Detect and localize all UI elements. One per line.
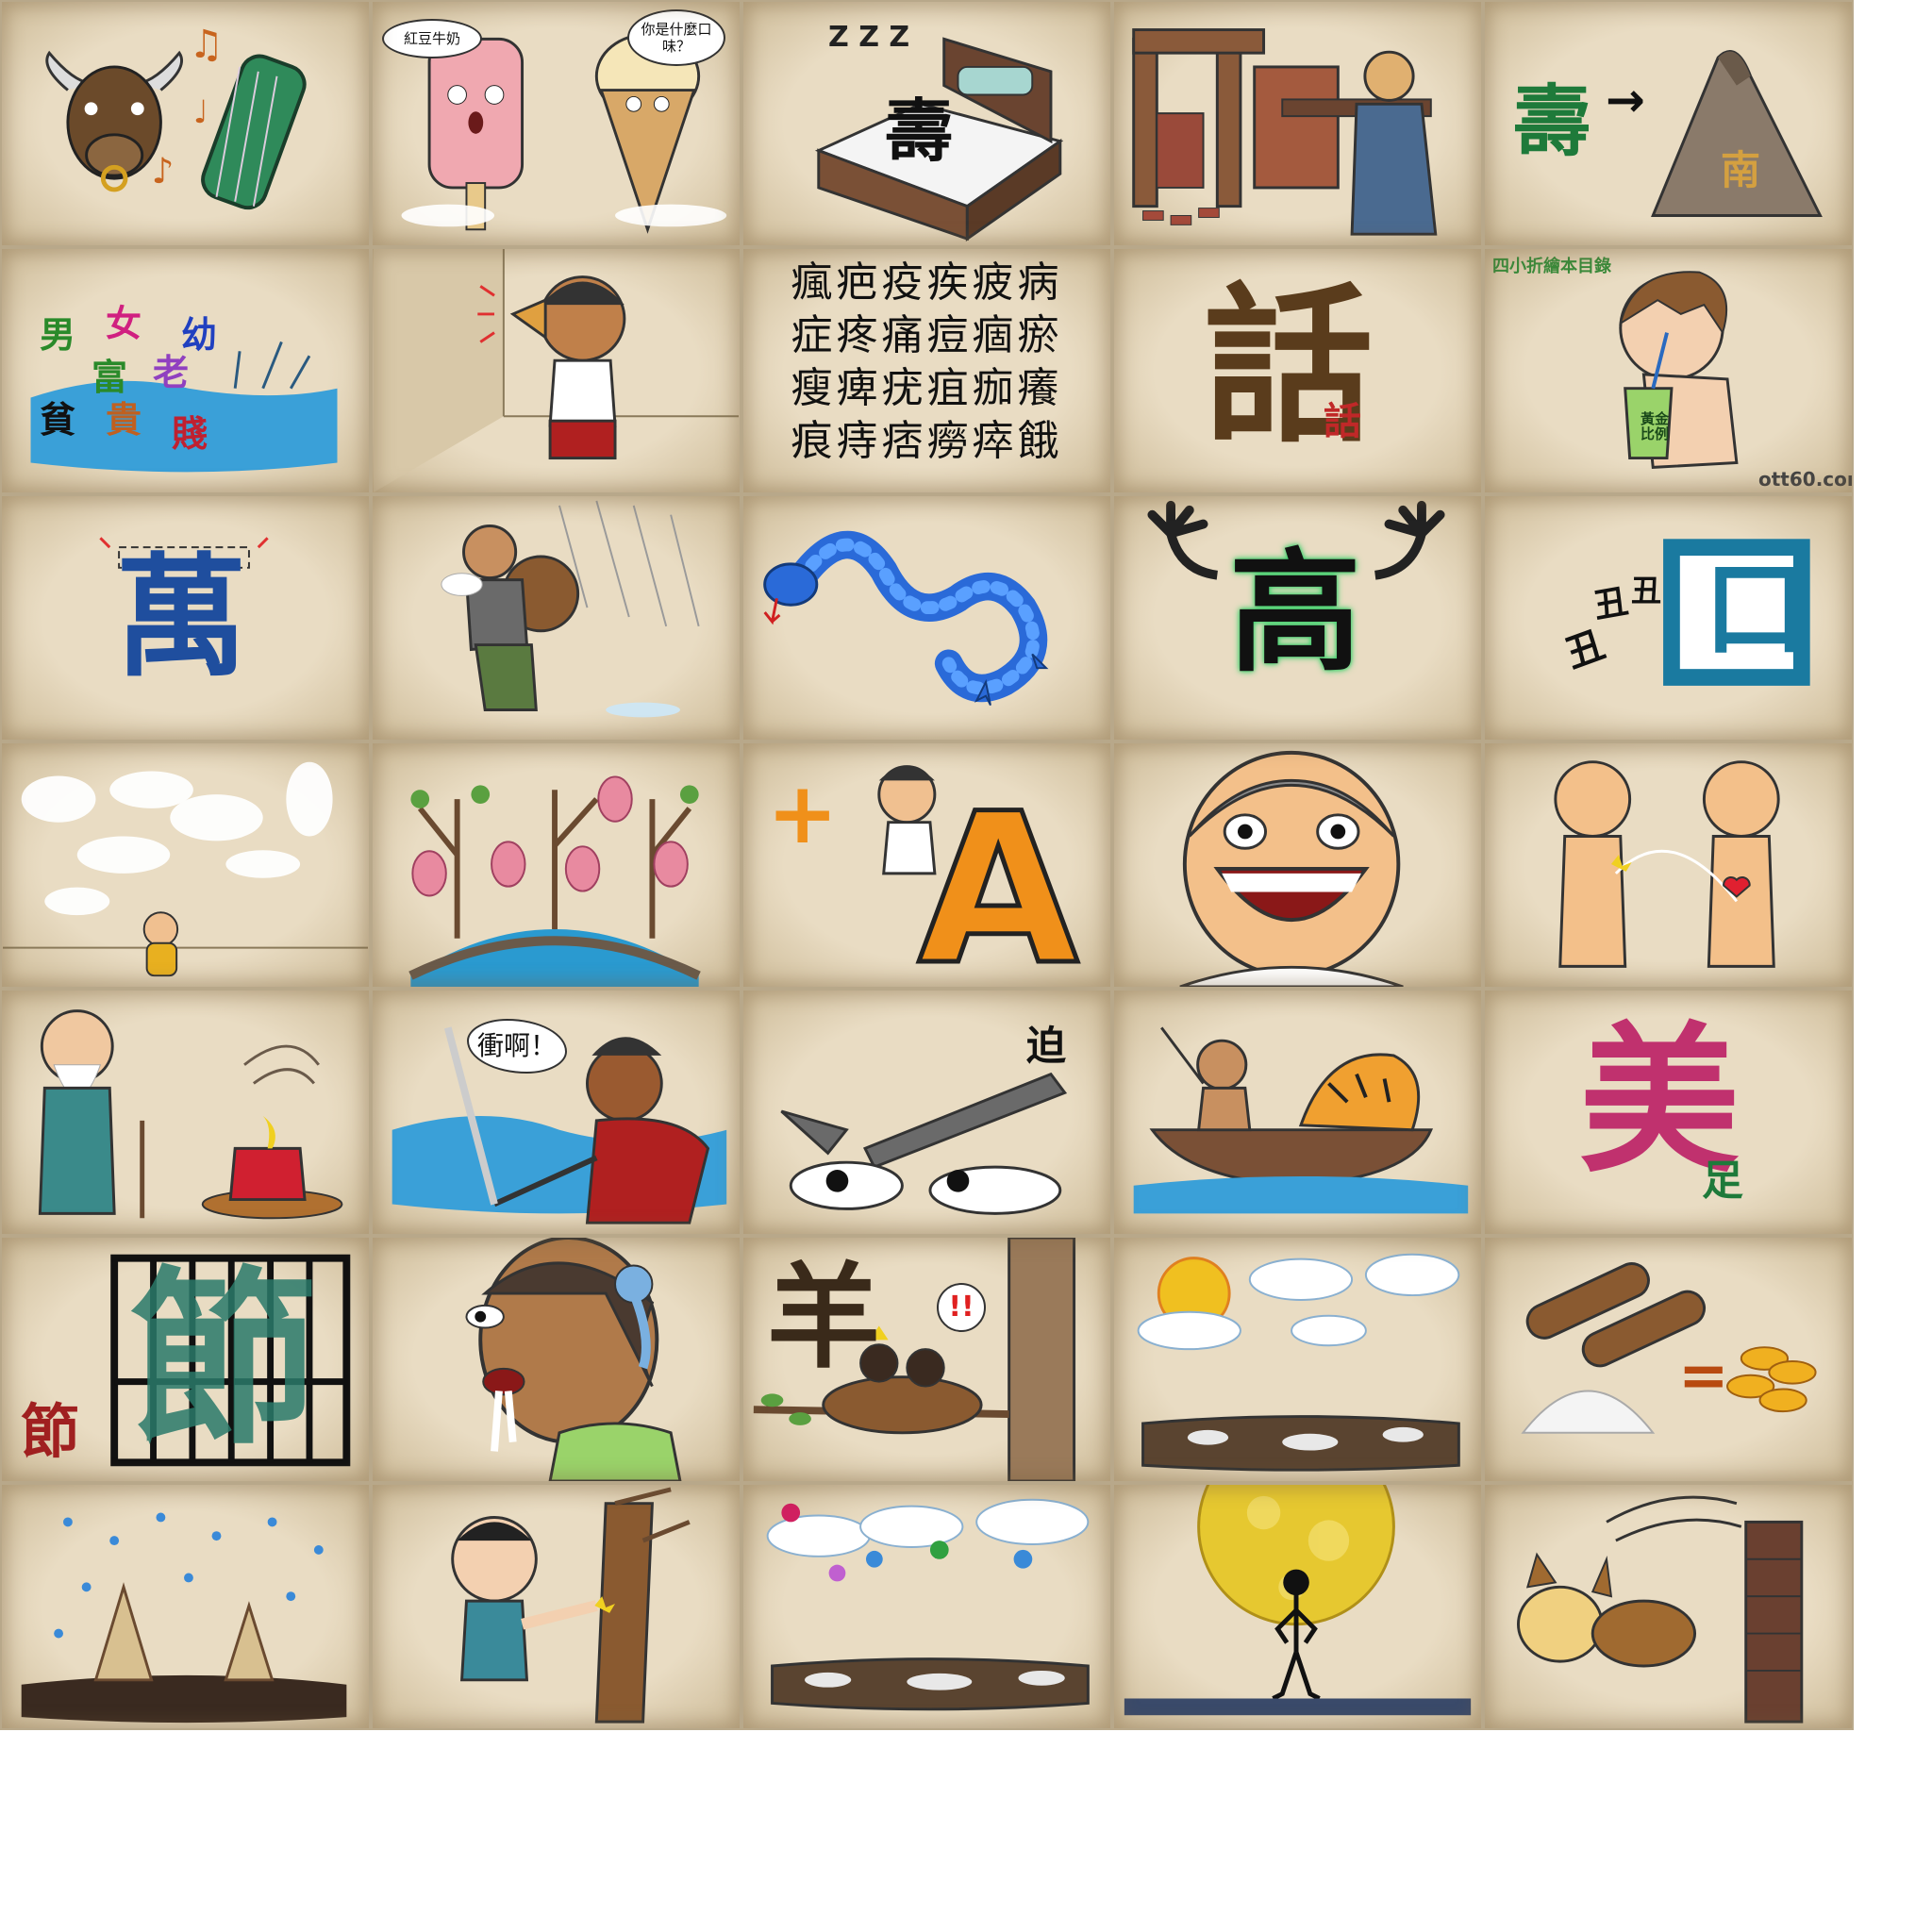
boy-drinking-icon xyxy=(1619,271,1739,469)
word-poor: 貧 xyxy=(40,399,76,441)
card-bull-zither[interactable]: ♫ ♪ ♩ xyxy=(0,0,371,247)
card-longevity-southern-mountain[interactable]: 壽 → 南 xyxy=(1483,0,1854,247)
watermark-top: 四小折繪本目錄 xyxy=(1492,257,1611,276)
old-man-candle-icon xyxy=(38,1009,343,1220)
boy-breaking-tree-icon xyxy=(451,1487,691,1724)
card-icecream-dialogue[interactable]: 紅豆牛奶 你是什麼口味？ xyxy=(371,0,741,247)
warrior-charging-icon xyxy=(391,1026,727,1224)
dog-hitting-wall-icon xyxy=(1516,1495,1804,1724)
man-listening-at-wall-icon xyxy=(374,249,739,492)
sun-clouds-ground-icon xyxy=(1137,1253,1460,1472)
speech-bubble-left: 紅豆牛奶 xyxy=(382,19,482,58)
card-boy-drinking[interactable]: 四小折繪本目錄 黃金比例 ott60.com xyxy=(1483,247,1854,494)
word-old: 老 xyxy=(153,352,190,393)
card-man-at-wall[interactable] xyxy=(371,247,741,494)
radical-character-table: 瘋疤疫疾疲病 症疼痛痘痼瘀 瘦痺疣疽痂癢 痕痔痞癆瘁餓 xyxy=(755,257,1099,468)
card-warrior-charge[interactable]: 衝啊！ xyxy=(371,989,741,1236)
radical-row: 症疼痛痘痼瘀 xyxy=(791,311,1063,359)
drink-label: 黃金比例 xyxy=(1640,410,1669,442)
card-boy-plus-a[interactable]: + A xyxy=(741,741,1112,989)
exclaim-bubble: !! xyxy=(937,1283,986,1332)
drooling-man-icon xyxy=(465,1238,682,1481)
card-forced-eyes[interactable]: 迫 xyxy=(741,989,1112,1236)
force-char: 迫 xyxy=(1026,1023,1067,1069)
card-old-man-candle[interactable] xyxy=(0,989,371,1236)
ten-thousand-char: 萬 xyxy=(115,541,248,695)
plus-sign: + xyxy=(767,764,839,863)
card-cloud-animals[interactable] xyxy=(0,741,371,989)
card-ugly-mouth[interactable]: 丑 丑 丑 口 xyxy=(1483,494,1854,741)
word-male: 男 xyxy=(40,314,76,356)
card-festival-in-cage[interactable]: 節 節 xyxy=(0,1236,371,1483)
card-boy-breaking-tree[interactable] xyxy=(371,1483,741,1730)
bull-and-zither-icon: ♫ ♪ ♩ xyxy=(45,22,307,210)
card-bamboo-shoots-rain[interactable] xyxy=(0,1483,371,1730)
sleep-z: Z Z Z xyxy=(828,21,910,54)
card-ten-thousand-removed[interactable]: 萬 xyxy=(0,494,371,741)
speech-bubble-right: 你是什麼口味？ xyxy=(627,9,725,66)
puzzle-grid: ♫ ♪ ♩ 紅豆牛奶 你是什麼口味？ 壽 Z Z Z 壽 → 南 男 女 幼 富… xyxy=(0,0,1855,1734)
flowers-clouds-icon xyxy=(766,1498,1090,1711)
card-sun-clouds-ground[interactable] xyxy=(1112,1236,1483,1483)
card-speech-in-speech[interactable]: 話 話 xyxy=(1112,247,1483,494)
man-carrying-snails-in-rain-icon xyxy=(441,500,700,718)
card-dog-hitting-wall[interactable] xyxy=(1483,1483,1854,1730)
svg-text:♩: ♩ xyxy=(193,93,208,130)
radical-row: 痕痔痞癆瘁餓 xyxy=(791,417,1063,465)
card-peach-trees-bridge[interactable] xyxy=(371,741,741,989)
card-laughing-face[interactable] xyxy=(1112,741,1483,989)
radical-row: 瘋疤疫疾疲病 xyxy=(791,258,1063,307)
card-tall-hands[interactable]: 高 xyxy=(1112,494,1483,741)
letter-a: A xyxy=(915,769,1080,989)
festival-char-caged: 節 xyxy=(129,1249,319,1471)
card-people-water[interactable]: 男 女 幼 富 老 貧 貴 賤 xyxy=(0,247,371,494)
mouth-char: 口 xyxy=(1704,549,1807,670)
radical-row: 瘦痺疣疽痂癢 xyxy=(791,364,1063,412)
equals-sign: = xyxy=(1678,1341,1729,1411)
svg-text:♪: ♪ xyxy=(152,150,175,192)
arrow-icon: → xyxy=(1606,73,1645,127)
card-wood-salt-gold[interactable]: = xyxy=(1483,1236,1854,1483)
watermark-bottom: ott60.com xyxy=(1758,468,1852,491)
tall-char: 高 xyxy=(1229,537,1362,691)
word-noble: 貴 xyxy=(106,399,142,441)
word-humble: 賤 xyxy=(172,413,208,455)
card-man-carrying-beam[interactable] xyxy=(1112,0,1483,247)
card-flowers-clouds[interactable] xyxy=(741,1483,1112,1730)
longevity-char: 壽 xyxy=(885,91,954,171)
word-female: 女 xyxy=(106,303,142,344)
moon-stickman-icon xyxy=(1124,1485,1472,1716)
peach-trees-bridge-icon xyxy=(408,775,701,987)
card-disease-radicals[interactable]: 瘋疤疫疾疲病 症疼痛痘痼瘀 瘦痺疣疽痂癢 痕痔痞癆瘁餓 xyxy=(741,247,1112,494)
man-carrying-beam-icon xyxy=(1132,28,1438,236)
speech-char-small: 話 xyxy=(1324,399,1361,443)
sheep-char: 羊 xyxy=(767,1251,880,1384)
south-char: 南 xyxy=(1721,147,1761,193)
card-man-in-rain[interactable] xyxy=(371,494,741,741)
ugly-char-3: 丑 xyxy=(1631,573,1662,608)
svg-text:♫: ♫ xyxy=(189,22,224,67)
cloud-animals-icon xyxy=(2,761,368,977)
card-beauty-foot[interactable]: 美 足 xyxy=(1483,989,1854,1236)
card-moon-stickman[interactable] xyxy=(1112,1483,1483,1730)
card-fisherman-tiger[interactable] xyxy=(1112,989,1483,1236)
longevity-char-green: 壽 xyxy=(1513,77,1591,167)
card-two-figures-heart[interactable] xyxy=(1483,741,1854,989)
wood-salt-gold-icon xyxy=(1521,1262,1817,1434)
card-sleeping-bed[interactable]: 壽 Z Z Z xyxy=(741,0,1112,247)
card-drooling-man[interactable] xyxy=(371,1236,741,1483)
bamboo-shoots-rain-icon xyxy=(21,1512,347,1724)
laughing-face-icon xyxy=(1179,750,1404,987)
fisherman-tiger-boat-icon xyxy=(1133,1026,1469,1214)
two-figures-heart-icon xyxy=(1554,760,1780,968)
card-snake-dragon[interactable] xyxy=(741,494,1112,741)
foot-char: 足 xyxy=(1702,1157,1743,1205)
snake-dragon-icon xyxy=(763,530,1049,707)
card-sheep-nest[interactable]: 羊 !! xyxy=(741,1236,1112,1483)
festival-char-side: 節 xyxy=(21,1397,80,1466)
